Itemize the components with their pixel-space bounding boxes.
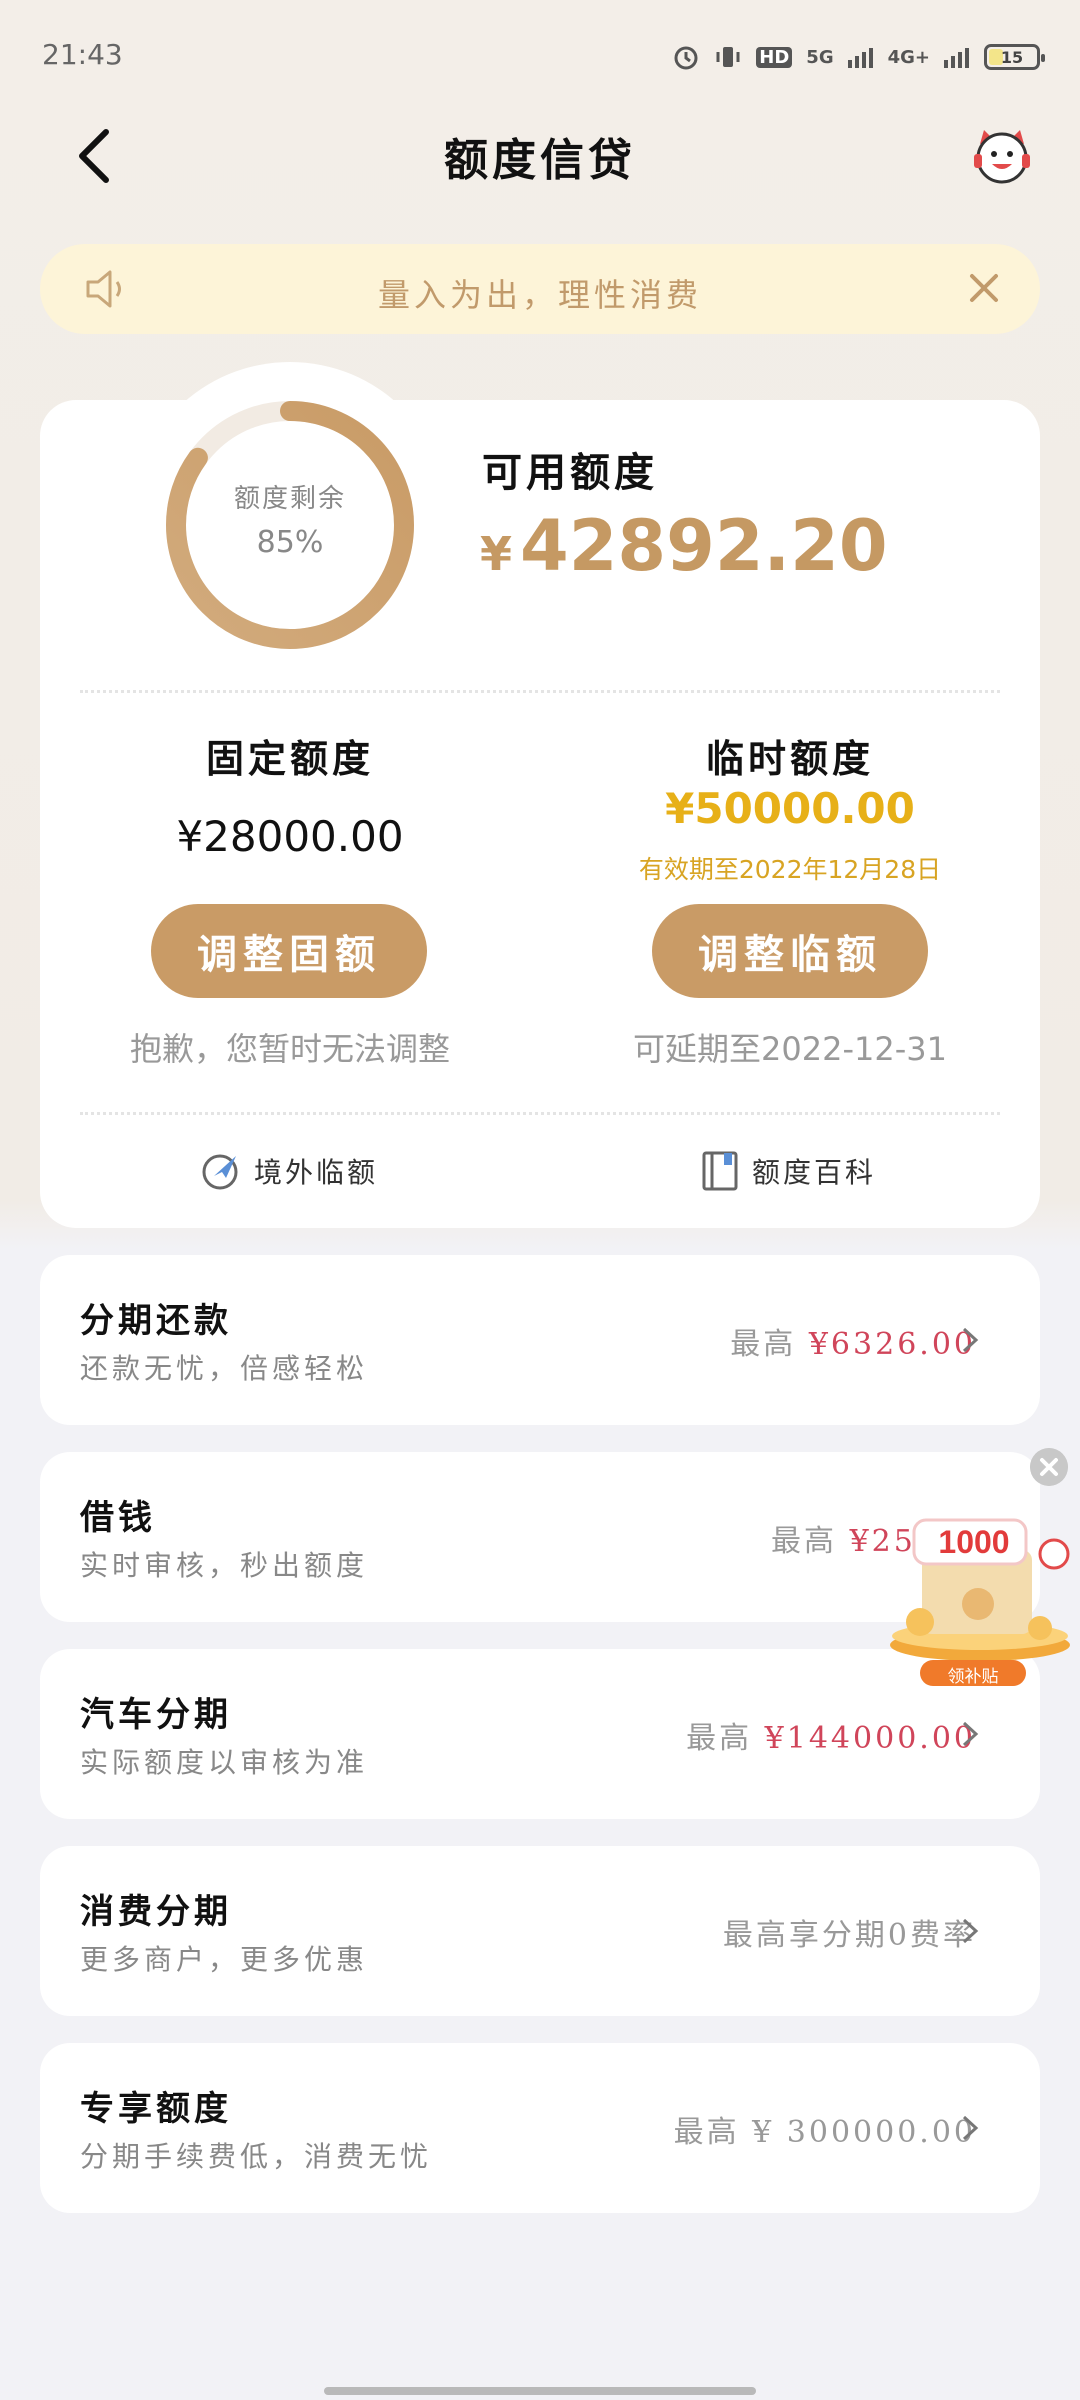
fixed-quota-amount: ¥28000.00: [176, 812, 404, 861]
row-title: 消费分期: [80, 1892, 232, 1932]
row-subtitle: 分期手续费低，消费无忧: [80, 2140, 433, 2173]
row-value: 最高 ¥144000.00: [686, 1713, 976, 1757]
row-value: 最高 ¥ 300000.00: [673, 2115, 976, 2150]
temp-quota-validity: 有效期至2022年12月28日: [638, 855, 942, 884]
float-ad-badge: 领补贴: [947, 1667, 999, 1687]
row-value: 最高享分期0费率: [722, 1918, 976, 1953]
alarm-icon: [674, 46, 698, 70]
installment-repay-row[interactable]: 分期还款 还款无忧，倍感轻松 最高 ¥6326.00: [40, 1255, 1040, 1425]
signal-5g: 5G: [806, 46, 834, 68]
notice-text: 量入为出，理性消费: [377, 276, 702, 314]
row-value-prefix: 最高: [730, 1327, 809, 1362]
row-title: 汽车分期: [80, 1695, 232, 1735]
home-indicator[interactable]: [324, 2387, 756, 2395]
row-title: 借钱: [80, 1498, 156, 1538]
overseas-link-label: 境外临额: [254, 1156, 379, 1189]
book-icon: [702, 1151, 738, 1191]
available-value: 42892.20: [520, 505, 888, 587]
float-ad-amount: 1000: [938, 1524, 1010, 1560]
row-subtitle: 实时审核，秒出额度: [80, 1549, 369, 1582]
hd-badge: HD: [756, 46, 793, 68]
fixed-quota-note: 抱歉，您暂时无法调整: [129, 1030, 450, 1068]
signal-bars-icon: [847, 48, 873, 68]
row-subtitle: 更多商户，更多优惠: [80, 1943, 369, 1976]
signal-bars-icon: [944, 48, 969, 68]
overseas-temp-quota-link[interactable]: 境外临额: [200, 1150, 378, 1192]
available-label: 可用额度: [482, 449, 658, 496]
row-title: 专享额度: [80, 2089, 232, 2129]
quota-encyclopedia-link[interactable]: 额度百科: [700, 1150, 876, 1192]
temp-quota-title: 临时额度: [705, 736, 874, 781]
battery-level: 15: [1000, 47, 1024, 67]
float-close-icon[interactable]: [1030, 1448, 1068, 1486]
available-amount: ¥42892.20: [480, 505, 888, 587]
row-value-prefix: 最高: [771, 1524, 850, 1559]
fixed-quota-title: 固定额度: [205, 736, 374, 781]
signal-4g: 4G+: [887, 46, 930, 68]
temp-quota-amount: ¥50000.00: [665, 784, 915, 833]
adjust-fixed-button[interactable]: 调整固额: [151, 904, 427, 998]
status-icons: HD 5G 4G+ 15: [672, 40, 1045, 74]
chevron-right-icon: [962, 2115, 979, 2141]
status-time: 21:43: [42, 38, 123, 71]
adjust-temp-button[interactable]: 调整临额: [652, 904, 928, 998]
ring-percent: 85%: [256, 525, 324, 560]
divider: [80, 1112, 1000, 1115]
battery-icon: 15: [984, 44, 1045, 70]
encyclopedia-link-label: 额度百科: [752, 1156, 877, 1189]
ring-label: 额度剩余: [233, 484, 346, 514]
currency-symbol: ¥: [480, 527, 513, 581]
row-title: 分期还款: [80, 1301, 232, 1341]
vibrate-icon: [716, 47, 740, 67]
divider: [80, 690, 1000, 693]
row-subtitle: 实际额度以审核为准: [80, 1746, 369, 1779]
temp-quota-note: 可延期至2022-12-31: [633, 1030, 947, 1068]
row-value: 最高 ¥6326.00: [730, 1319, 976, 1363]
chevron-right-icon: [962, 1918, 979, 1944]
chevron-right-icon: [962, 1721, 979, 1747]
row-subtitle: 还款无忧，倍感轻松: [80, 1352, 369, 1385]
notice-bar: 量入为出，理性消费: [40, 244, 1040, 334]
consumer-installment-row[interactable]: 消费分期 更多商户，更多优惠 最高享分期0费率: [40, 1846, 1040, 2016]
row-value-prefix: 最高: [686, 1721, 765, 1756]
mascot-icon[interactable]: [970, 126, 1034, 186]
row-value-amount: ¥6326.00: [808, 1327, 976, 1362]
exclusive-quota-row[interactable]: 专享额度 分期手续费低，消费无忧 最高 ¥ 300000.00: [40, 2043, 1040, 2213]
chevron-right-icon: [962, 1327, 979, 1353]
plane-icon: [202, 1154, 238, 1190]
row-value-amount: ¥144000.00: [764, 1721, 976, 1756]
subsidy-float-ad[interactable]: 1000 领补贴: [880, 1510, 1080, 1690]
page-title: 额度信贷: [444, 135, 636, 186]
close-icon[interactable]: [964, 268, 1004, 308]
